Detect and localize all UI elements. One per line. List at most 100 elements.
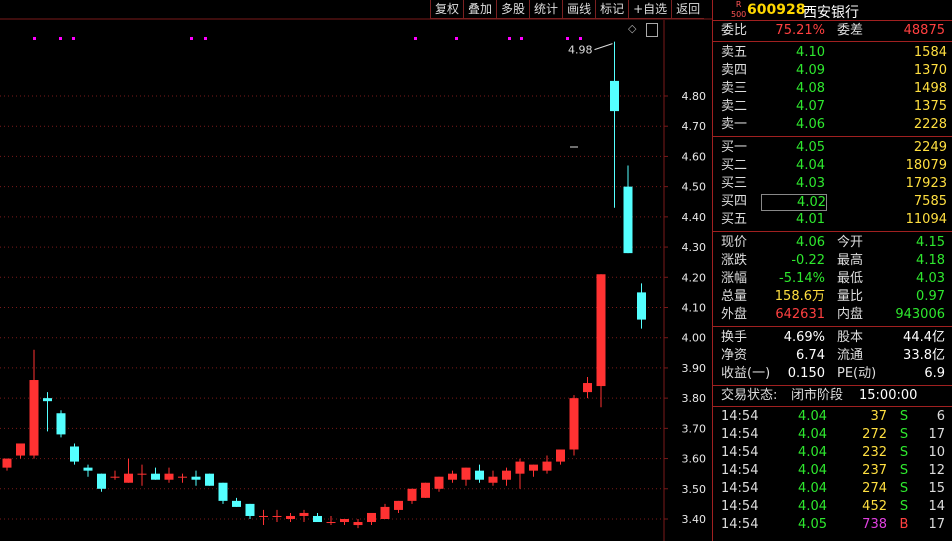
quote-stats: 现价 4.06 今开 4.15 涨跌 -0.22 最高 4.18 涨幅 -5.14% 最低 4.0… <box>713 232 952 327</box>
kline-chart[interactable]: 4.80 4.70 4.60 4.50 4.40 4.30 4.20 4.10 4.00 3.90… <box>0 0 712 541</box>
quote-row: 涨跌 -0.22 最高 4.18 <box>721 253 945 268</box>
y-tick-label: 4.60 <box>682 150 707 163</box>
event-marker <box>508 37 511 40</box>
candle-body <box>83 467 93 471</box>
rating-badge: R 500 <box>731 0 747 19</box>
diamond-icon[interactable]: ◇ <box>628 22 636 35</box>
fundamentals: 换手 4.69% 股本 44.4亿 净资 6.74 流通 33.8亿 收益(一) 0.150 P… <box>713 327 952 386</box>
event-marker <box>204 37 207 40</box>
weibi-label: 委比 <box>721 23 748 38</box>
candle-body <box>461 467 471 480</box>
candle-body <box>610 80 619 112</box>
toolbar-back-button[interactable]: 返回 <box>671 0 705 19</box>
panel-toggle-icon[interactable] <box>646 23 658 37</box>
candle-body <box>2 458 12 468</box>
candle-body <box>232 500 241 507</box>
status-time: 15:00:00 <box>859 388 918 403</box>
weicha-value: 48875 <box>903 23 945 38</box>
buy-row[interactable]: 买四 4.02 7585 <box>713 193 952 211</box>
y-tick-label: 4.00 <box>682 332 707 345</box>
candle-body <box>245 503 255 516</box>
candle-body <box>407 488 417 501</box>
event-marker <box>33 37 36 40</box>
candle-body <box>488 476 498 483</box>
candle-body <box>515 461 525 474</box>
chart-toolbar: 复权 叠加 多股 统计 画线 标记 +自选 返回 <box>430 0 705 19</box>
y-tick-label: 4.20 <box>682 271 707 284</box>
candle-body <box>434 476 444 489</box>
candle-body <box>70 446 79 462</box>
buy-row[interactable]: 买二 4.04 18079 <box>713 157 952 175</box>
candle-body <box>623 186 633 254</box>
toolbar-statistics-button[interactable]: 统计 <box>529 0 563 19</box>
toolbar-mark-button[interactable]: 标记 <box>595 0 629 19</box>
selected-price-cell: 4.02 <box>761 194 827 211</box>
candle-body <box>421 482 430 498</box>
event-marker <box>72 37 75 40</box>
candle-body <box>124 473 133 483</box>
quote-row: 涨幅 -5.14% 最低 4.03 <box>721 271 945 286</box>
y-tick-label: 3.60 <box>682 453 707 466</box>
sell-row[interactable]: 卖四 4.09 1370 <box>713 62 952 80</box>
y-tick-label: 4.70 <box>682 120 707 133</box>
y-tick-label: 4.10 <box>682 302 707 315</box>
event-marker <box>566 37 569 40</box>
event-marker <box>520 37 523 40</box>
event-marker <box>414 37 417 40</box>
candle-body <box>313 515 322 523</box>
toolbar-overlay-button[interactable]: 叠加 <box>463 0 497 19</box>
toolbar-draw-line-button[interactable]: 画线 <box>562 0 596 19</box>
candle-body <box>542 461 552 471</box>
sell-row[interactable]: 卖三 4.08 1498 <box>713 80 952 98</box>
candle-body <box>637 292 646 320</box>
y-tick-label: 4.80 <box>682 90 707 103</box>
candle-body <box>583 383 592 393</box>
sell-row[interactable]: 卖五 4.10 1584 <box>713 44 952 62</box>
candle-body <box>137 473 147 475</box>
candle-body <box>326 522 336 524</box>
y-tick-label: 3.90 <box>682 362 707 375</box>
candle-body <box>43 398 52 402</box>
candle-body <box>16 443 25 456</box>
candle-body <box>178 476 187 478</box>
candle-body <box>29 380 39 456</box>
y-tick-label: 3.50 <box>682 483 707 496</box>
stock-code: 600928 <box>747 2 806 18</box>
buy-row[interactable]: 买三 4.03 17923 <box>713 175 952 193</box>
tick-row: 14:54 4.04 237 S 12 <box>721 463 945 478</box>
y-tick-label: 3.70 <box>682 422 707 435</box>
event-marker <box>579 37 582 40</box>
y-tick-label: 4.30 <box>682 241 707 254</box>
buy-row[interactable]: 买一 4.05 2249 <box>713 139 952 157</box>
candle-body <box>529 464 538 471</box>
sell-row[interactable]: 卖一 4.06 2228 <box>713 116 952 134</box>
candle-body <box>205 473 214 486</box>
weibi-value: 75.21% <box>775 23 825 38</box>
fund-row: 收益(一) 0.150 PE(动) 6.9 <box>721 366 945 381</box>
event-marker <box>190 37 193 40</box>
status-value: 闭市阶段 <box>791 388 844 403</box>
candle-body <box>448 473 457 480</box>
candle-body <box>569 398 579 450</box>
candle-body <box>353 522 363 526</box>
candle-body <box>151 473 160 480</box>
sell-book: 卖五 4.10 1584 卖四 4.09 1370 卖三 4.08 1498 卖二 4.07 1… <box>713 42 952 137</box>
tick-list: 14:54 4.04 37 S 6 14:54 4.04 272 S 17 14:54 4.04 2… <box>713 407 952 534</box>
candle-body <box>299 512 309 516</box>
sell-row[interactable]: 卖二 4.07 1375 <box>713 98 952 116</box>
candle-body <box>56 413 66 435</box>
toolbar-multi-stock-button[interactable]: 多股 <box>496 0 530 19</box>
candle-body <box>191 476 201 480</box>
toolbar-add-watchlist-button[interactable]: +自选 <box>628 0 672 19</box>
y-tick-label: 4.40 <box>682 211 707 224</box>
candle-body <box>380 506 390 519</box>
stock-header: R 500 600928 西安银行 <box>713 0 952 21</box>
fund-row: 换手 4.69% 股本 44.4亿 <box>721 330 945 345</box>
candle-body <box>97 473 106 489</box>
buy-row[interactable]: 买五 4.01 11094 <box>713 211 952 229</box>
weicha-label: 委差 <box>837 23 864 38</box>
quote-row: 总量 158.6万 量比 0.97 <box>721 289 945 304</box>
candle-body <box>556 449 565 462</box>
kline-chart-area[interactable]: 4.80 4.70 4.60 4.50 4.40 4.30 4.20 4.10 4.00 3.90… <box>0 0 712 541</box>
toolbar-fuquan-button[interactable]: 复权 <box>430 0 464 19</box>
